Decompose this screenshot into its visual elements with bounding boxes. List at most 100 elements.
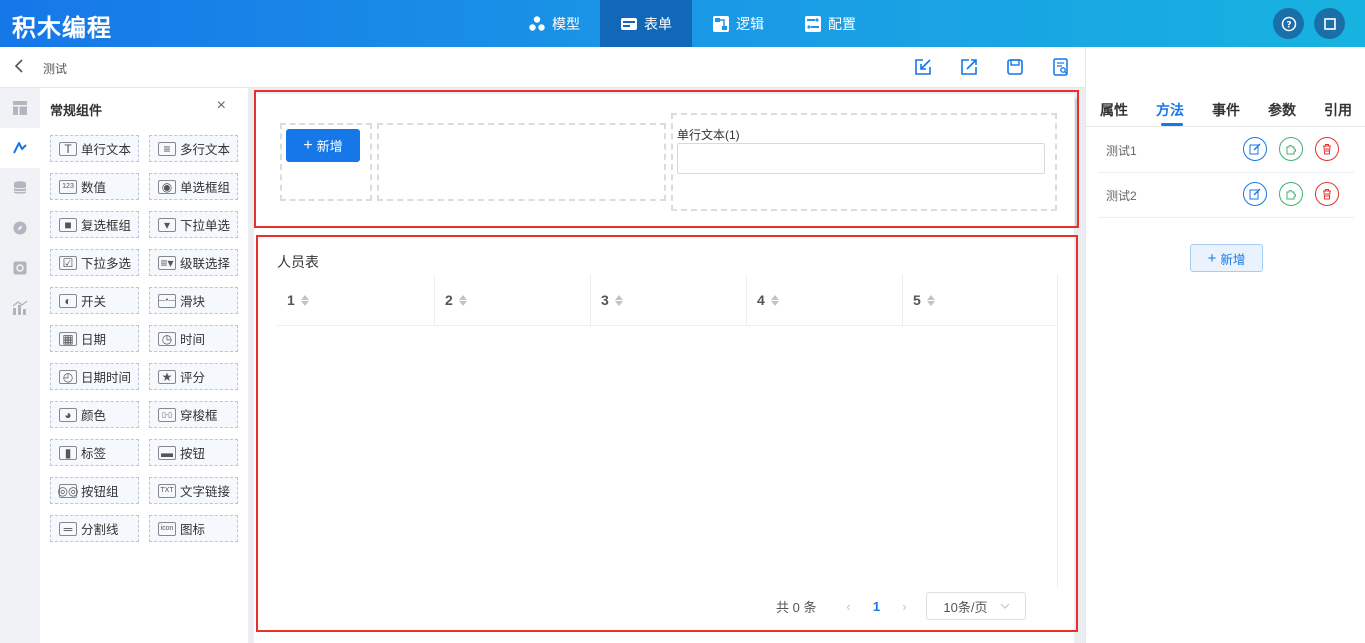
time-icon: ◷ (158, 331, 176, 346)
rate-icon: ★ (158, 369, 176, 384)
datetime-icon: ◴ (59, 369, 77, 384)
method-row[interactable]: 测试2 (1098, 173, 1354, 218)
component-label: 多行文本 (180, 143, 231, 157)
number-icon: 123 (59, 179, 77, 194)
delete-method-button[interactable] (1315, 137, 1339, 161)
component-radio[interactable]: ◉ 单选框组 (149, 173, 238, 200)
column-header-4[interactable]: 4 (747, 274, 903, 326)
column-header-label: 2 (445, 292, 453, 308)
tab-events[interactable]: 事件 (1212, 100, 1240, 120)
component-divider[interactable]: ═ 分割线 (50, 515, 139, 542)
sort-icon[interactable] (770, 294, 779, 306)
component-button-group[interactable]: ◎◎ 按钮组 (50, 477, 139, 504)
nav-form[interactable]: 表单 (600, 0, 692, 47)
edit-method-button[interactable] (1243, 137, 1267, 161)
pagination: 共 0 条 ‹ 1 › 10条/页 (776, 592, 1027, 620)
component-color[interactable]: ◕ 颜色 (50, 401, 139, 428)
column-header-2[interactable]: 2 (435, 274, 591, 326)
component-button[interactable]: ▬ 按钮 (149, 439, 238, 466)
component-number[interactable]: 123 数值 (50, 173, 139, 200)
component-switch[interactable]: ◐ 开关 (50, 287, 139, 314)
column-header-5[interactable]: 5 (903, 274, 1058, 326)
image-icon: icon (158, 521, 176, 536)
add-button[interactable]: + 新增 (286, 129, 360, 162)
current-page[interactable]: 1 (858, 599, 894, 614)
component-multi-dropdown[interactable]: ☑ 下拉多选 (50, 249, 139, 276)
edit-method-button[interactable] (1243, 182, 1267, 206)
page-size-select[interactable]: 10条/页 (926, 592, 1027, 620)
delete-method-button[interactable] (1315, 182, 1339, 206)
tab-methods[interactable]: 方法 (1156, 100, 1184, 120)
rail-data[interactable] (0, 168, 40, 208)
nav-config[interactable]: 配置 (784, 0, 876, 47)
switch-icon: ◐ (59, 293, 77, 308)
component-label: 单行文本 (81, 143, 132, 157)
component-date[interactable]: ▦ 日期 (50, 325, 139, 352)
component-transfer[interactable]: ▯-▯ 穿梭框 (149, 401, 238, 428)
sort-icon[interactable] (614, 294, 623, 306)
gear-icon (13, 261, 27, 275)
component-single-text[interactable]: T 单行文本 (50, 135, 139, 162)
date-icon: ▦ (59, 331, 77, 346)
table-scroll-edge (1057, 274, 1058, 588)
component-checkbox[interactable]: ■ 复选框组 (50, 211, 139, 238)
column-header-3[interactable]: 3 (591, 274, 747, 326)
prev-page-icon[interactable]: ‹ (838, 599, 858, 614)
component-label: 颜色 (81, 409, 107, 423)
rail-settings[interactable] (0, 248, 40, 288)
page-title: 测试 (43, 62, 68, 76)
sort-icon[interactable] (300, 294, 309, 306)
compass-icon (13, 221, 27, 235)
rail-components[interactable] (0, 128, 40, 168)
component-cascade[interactable]: ≡▾ 级联选择 (149, 249, 238, 276)
tab-references[interactable]: 引用 (1324, 100, 1352, 120)
component-multi-text[interactable]: ≡ 多行文本 (149, 135, 238, 162)
single-text-icon: T (59, 141, 77, 156)
sort-icon[interactable] (926, 294, 935, 306)
component-panel: 常规组件 × T 单行文本 ≡ 多行文本 123 数值 ◉ 单选框组 ■ 复选框组 ▾ 下拉单选 ☑ 下拉… (40, 88, 248, 643)
preview-button[interactable] (1051, 57, 1071, 77)
nav-model[interactable]: 模型 (508, 0, 600, 47)
help-button[interactable]: ? (1273, 8, 1304, 39)
component-text-link[interactable]: TXT 文字链接 (149, 477, 238, 504)
component-time[interactable]: ◷ 时间 (149, 325, 238, 352)
component-label: 文字链接 (180, 485, 231, 499)
component-label: 下拉单选 (180, 219, 231, 233)
nav-logic[interactable]: 逻辑 (692, 0, 784, 47)
import-button[interactable] (913, 57, 933, 77)
fullscreen-button[interactable] (1314, 8, 1345, 39)
left-rail (0, 88, 40, 643)
run-method-button[interactable] (1279, 182, 1303, 206)
component-datetime[interactable]: ◴ 日期时间 (50, 363, 139, 390)
puzzle-icon (1286, 190, 1296, 200)
next-page-icon[interactable]: › (894, 599, 914, 614)
single-text-input[interactable] (677, 143, 1045, 174)
component-image[interactable]: icon 图标 (149, 515, 238, 542)
component-dropdown[interactable]: ▾ 下拉单选 (149, 211, 238, 238)
save-button[interactable] (1005, 57, 1025, 77)
run-method-button[interactable] (1279, 137, 1303, 161)
back-icon[interactable] (14, 59, 28, 75)
active-tab-indicator (1161, 123, 1183, 126)
tab-properties[interactable]: 属性 (1100, 100, 1128, 120)
method-name: 测试1 (1106, 143, 1137, 158)
column-header-1[interactable]: 1 (277, 274, 435, 326)
tab-params[interactable]: 参数 (1268, 100, 1296, 120)
component-slider[interactable]: —•— 滑块 (149, 287, 238, 314)
component-label: 开关 (81, 295, 107, 309)
export-button[interactable] (959, 57, 979, 77)
trash-icon (1323, 144, 1331, 155)
component-tag[interactable]: ▮ 标签 (50, 439, 139, 466)
rail-navigate[interactable] (0, 208, 40, 248)
method-row[interactable]: 测试1 (1098, 128, 1354, 173)
dropdown-icon: ▾ (158, 217, 176, 232)
empty-cell[interactable] (377, 123, 666, 201)
sort-icon[interactable] (458, 294, 467, 306)
column-header-label: 5 (913, 292, 921, 308)
close-icon[interactable]: × (217, 97, 226, 115)
model-icon (529, 15, 545, 31)
rail-layout[interactable] (0, 88, 40, 128)
rail-charts[interactable] (0, 288, 40, 328)
component-rate[interactable]: ★ 评分 (149, 363, 238, 390)
add-method-button[interactable]: + 新增 (1190, 244, 1263, 272)
